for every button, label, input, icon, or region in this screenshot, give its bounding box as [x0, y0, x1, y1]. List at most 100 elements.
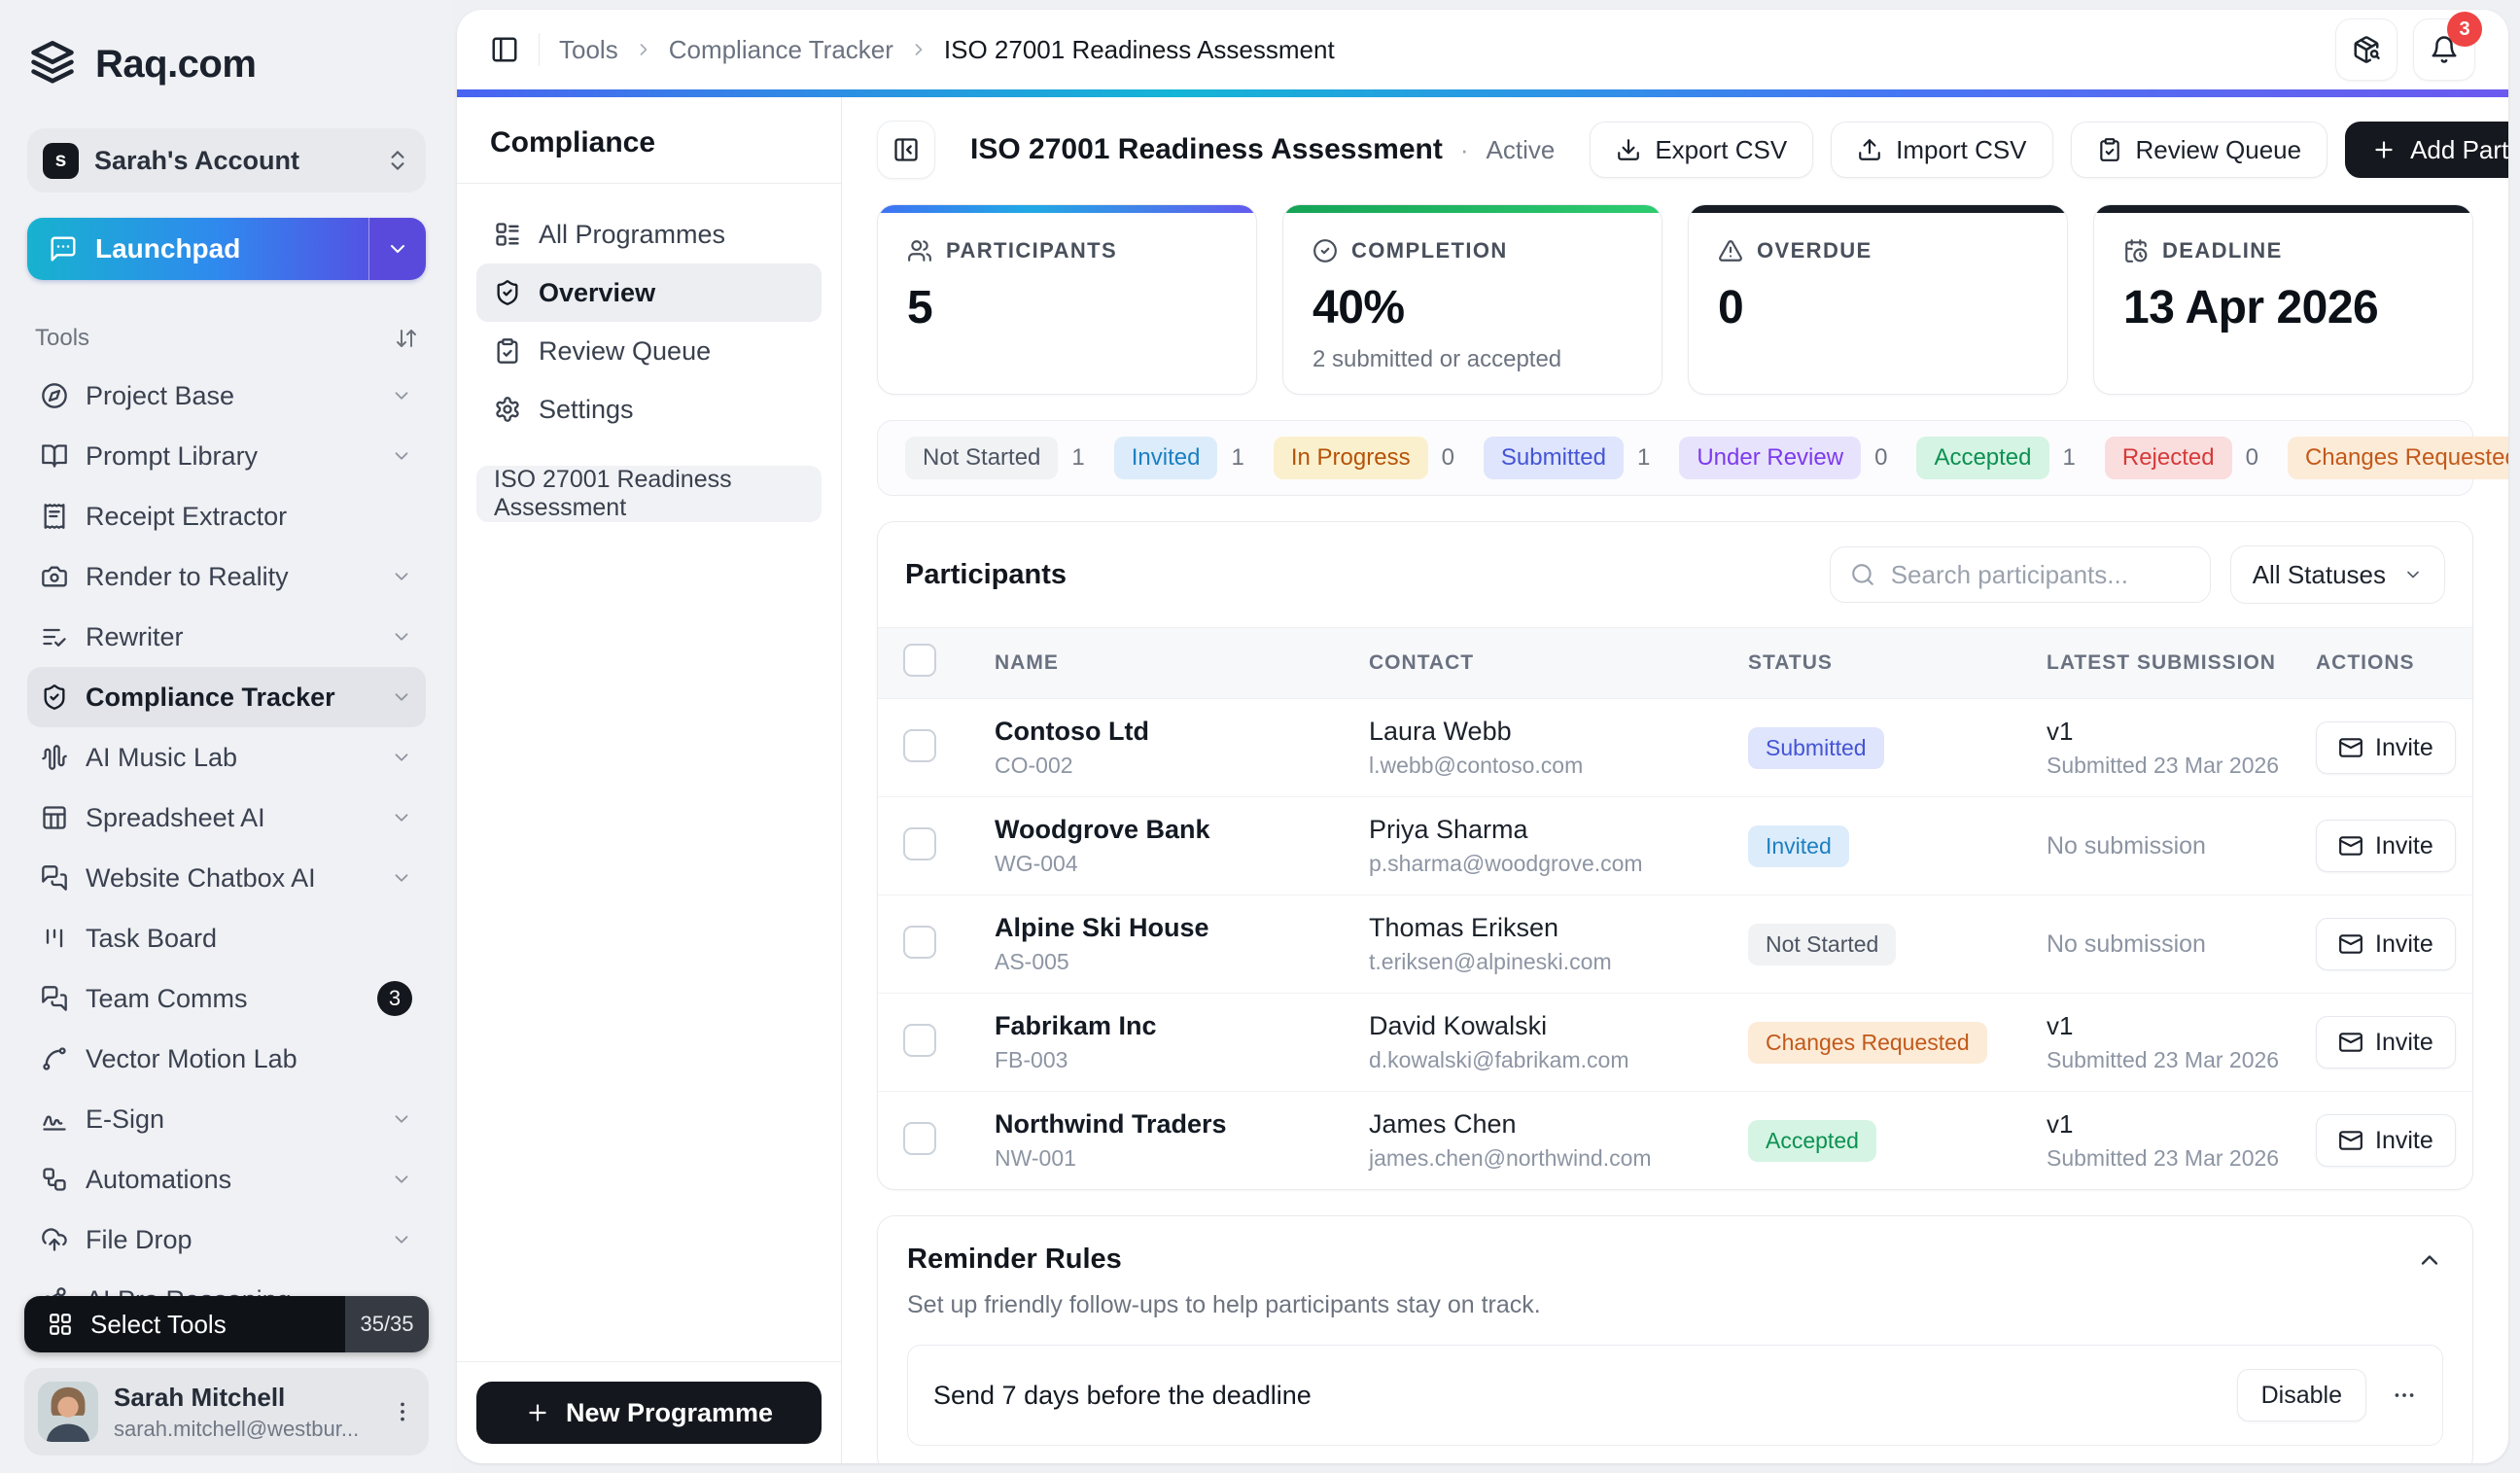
user-card: Sarah Mitchell sarah.mitchell@westbur...	[24, 1368, 429, 1455]
messages-square-icon	[41, 864, 68, 892]
sidebar-item-prompt-library[interactable]: Prompt Library	[27, 426, 426, 486]
notification-badge: 3	[2447, 12, 2482, 47]
sidebar-item-rewriter[interactable]: Rewriter	[27, 607, 426, 667]
new-programme-button[interactable]: New Programme	[476, 1382, 822, 1444]
camera-icon	[41, 563, 68, 590]
panel-left-icon	[490, 35, 519, 64]
separator-dot: ·	[1460, 135, 1469, 165]
plus-icon	[2371, 137, 2397, 162]
status-badge: Invited	[1748, 825, 1849, 867]
receipt-icon	[41, 503, 68, 530]
row-checkbox[interactable]	[903, 1122, 936, 1155]
compliance-panel: Compliance All Programmes Overview Re	[457, 97, 842, 1463]
disable-rule-button[interactable]: Disable	[2237, 1369, 2366, 1421]
sidebar-item-task-board[interactable]: Task Board	[27, 908, 426, 968]
chevron-down-icon	[386, 237, 409, 261]
plus-icon	[525, 1400, 550, 1425]
sort-icon[interactable]	[395, 327, 418, 350]
panel-item-overview[interactable]: Overview	[476, 263, 822, 322]
alert-triangle-icon	[1718, 238, 1743, 263]
panel-item-review-queue[interactable]: Review Queue	[476, 322, 822, 380]
sidebar-item-website-chatbox-ai[interactable]: Website Chatbox AI	[27, 848, 426, 908]
sidebar-item-vector-motion-lab[interactable]: Vector Motion Lab	[27, 1029, 426, 1089]
add-participant-button[interactable]: Add Participant	[2345, 122, 2508, 178]
reminder-rules-subtitle: Set up friendly follow-ups to help parti…	[907, 1291, 2443, 1319]
shield-check-icon	[41, 684, 68, 711]
account-avatar: s	[43, 143, 79, 179]
chevron-down-icon	[391, 1108, 412, 1130]
audio-waveform-icon	[41, 744, 68, 771]
accent-bar	[878, 205, 1256, 213]
row-checkbox[interactable]	[903, 827, 936, 860]
participants-title: Participants	[905, 559, 1067, 591]
chevrons-up-down-icon	[385, 148, 410, 173]
sidebar-item-team-comms[interactable]: Team Comms 3	[27, 968, 426, 1029]
tool-list: Project Base Prompt Library Receipt Extr…	[27, 366, 426, 1330]
table-row: Northwind Traders NW-001 James Chen jame…	[878, 1092, 2472, 1190]
row-checkbox[interactable]	[903, 926, 936, 959]
chevron-down-icon	[391, 867, 412, 889]
circle-check-icon	[1312, 238, 1338, 263]
breadcrumb-tools[interactable]: Tools	[559, 35, 618, 65]
sidebar-item-receipt-extractor[interactable]: Receipt Extractor	[27, 486, 426, 546]
row-checkbox[interactable]	[903, 729, 936, 762]
panel-item-settings[interactable]: Settings	[476, 380, 822, 438]
panel-item-all-programmes[interactable]: All Programmes	[476, 205, 822, 263]
sidebar-item-automations[interactable]: Automations	[27, 1149, 426, 1210]
sidebar-item-compliance-tracker[interactable]: Compliance Tracker	[27, 667, 426, 727]
select-tools-button[interactable]: Select Tools 35/35	[24, 1296, 429, 1352]
notifications-button[interactable]: 3	[2413, 18, 2475, 81]
status-filter-dropdown[interactable]: All Statuses	[2230, 545, 2445, 604]
status-badge: Not Started	[1748, 924, 1896, 965]
invite-button[interactable]: Invite	[2316, 1114, 2456, 1167]
import-csv-button[interactable]: Import CSV	[1831, 122, 2052, 178]
stat-value: 40%	[1312, 281, 1632, 334]
launchpad-button[interactable]: Launchpad	[27, 218, 368, 280]
stat-value: 5	[907, 281, 1227, 334]
user-menu-button[interactable]	[390, 1399, 415, 1424]
collapse-section-button[interactable]	[2416, 1246, 2443, 1274]
package-search-button[interactable]	[2335, 18, 2398, 81]
sidebar-item-ai-music-lab[interactable]: AI Music Lab	[27, 727, 426, 788]
breadcrumb-current: ISO 27001 Readiness Assessment	[944, 35, 1335, 65]
panel-title: Compliance	[457, 97, 841, 184]
sidebar-item-spreadsheet-ai[interactable]: Spreadsheet AI	[27, 788, 426, 848]
invite-button[interactable]: Invite	[2316, 721, 2456, 774]
chevron-down-icon	[391, 626, 412, 648]
table-row: Woodgrove Bank WG-004 Priya Sharma p.sha…	[878, 797, 2472, 895]
main-card: Tools Compliance Tracker ISO 27001 Readi…	[457, 10, 2508, 1463]
launchpad-dropdown-toggle[interactable]	[368, 218, 426, 280]
status-pill-under-review: Under Review	[1679, 437, 1861, 479]
sidebar-item-e-sign[interactable]: E-Sign	[27, 1089, 426, 1149]
chevron-down-icon	[391, 807, 412, 828]
invite-button[interactable]: Invite	[2316, 918, 2456, 970]
column-header-actions: ACTIONS	[2302, 628, 2472, 699]
invite-button[interactable]: Invite	[2316, 820, 2456, 872]
workflow-icon	[41, 1166, 68, 1193]
export-csv-button[interactable]: Export CSV	[1590, 122, 1813, 178]
status-counts-bar: Not Started 1 Invited 1 In Progress 0 Su…	[877, 420, 2473, 496]
sidebar-toggle-button[interactable]	[490, 35, 519, 64]
select-all-checkbox[interactable]	[903, 644, 936, 677]
shield-check-icon	[494, 279, 521, 306]
sidebar-item-project-base[interactable]: Project Base	[27, 366, 426, 426]
tools-section-label: Tools	[35, 325, 89, 352]
programme-list-item[interactable]: ISO 27001 Readiness Assessment	[476, 466, 822, 522]
stat-card-overdue: OVERDUE 0	[1688, 204, 2068, 395]
breadcrumb-compliance-tracker[interactable]: Compliance Tracker	[669, 35, 893, 65]
divider	[539, 33, 540, 66]
row-checkbox[interactable]	[903, 1024, 936, 1057]
sidebar-item-render-to-reality[interactable]: Render to Reality	[27, 546, 426, 607]
main-content: ISO 27001 Readiness Assessment · Active …	[842, 97, 2508, 1463]
status-badge: Submitted	[1748, 727, 1884, 769]
kanban-icon	[41, 925, 68, 952]
rule-more-button[interactable]	[2392, 1383, 2417, 1408]
account-switcher[interactable]: s Sarah's Account	[27, 128, 426, 193]
invite-button[interactable]: Invite	[2316, 1016, 2456, 1069]
download-icon	[1616, 137, 1641, 162]
sidebar-item-file-drop[interactable]: File Drop	[27, 1210, 426, 1270]
review-queue-button[interactable]: Review Queue	[2071, 122, 2328, 178]
reminder-rules-card: Reminder Rules Set up friendly follow-up…	[877, 1215, 2473, 1463]
collapse-panel-button[interactable]	[877, 121, 935, 179]
search-input[interactable]	[1889, 559, 2190, 591]
